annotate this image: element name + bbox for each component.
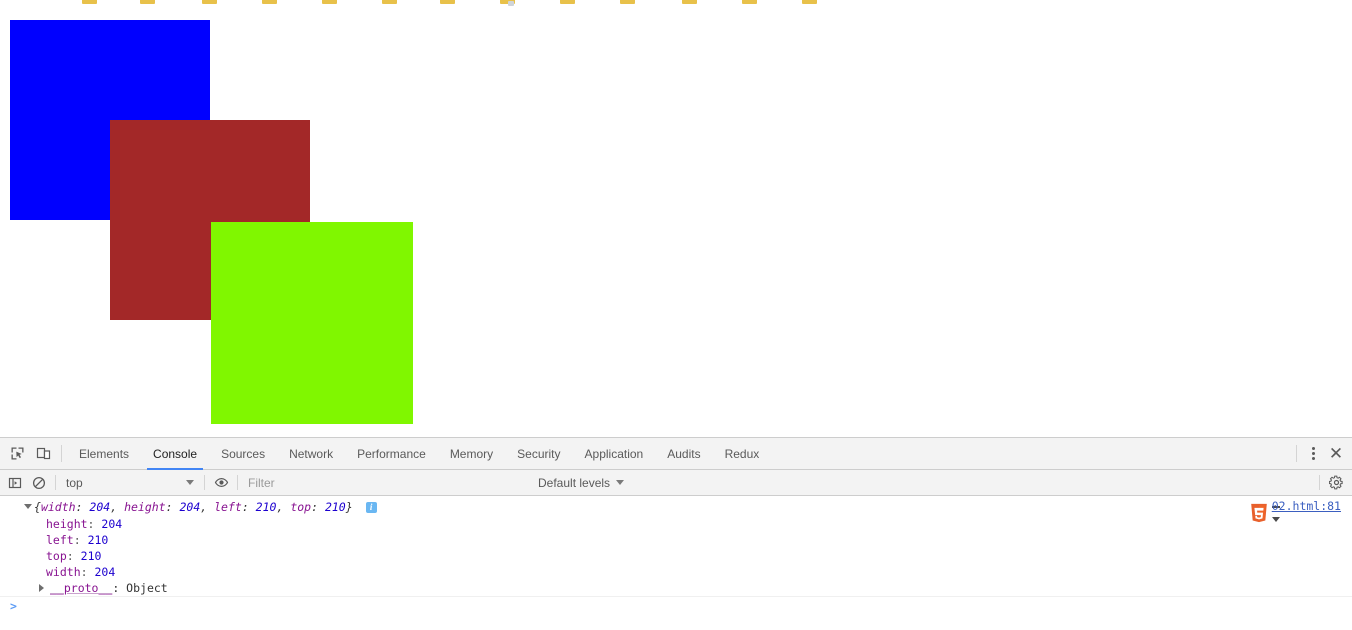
bookmark-item[interactable] <box>322 0 337 4</box>
preview-val-height: 204 <box>179 500 201 514</box>
preview-close-brace: } <box>345 500 353 514</box>
bookmark-item[interactable] <box>682 0 697 4</box>
tab-sources[interactable]: Sources <box>209 438 277 470</box>
tab-memory[interactable]: Memory <box>438 438 505 470</box>
property-name: width <box>46 565 81 579</box>
proto-label: __proto__ <box>50 581 113 595</box>
preview-key-left: left <box>214 500 242 514</box>
source-link[interactable]: 02.html:81 <box>1272 499 1341 513</box>
property-value: 204 <box>101 517 123 531</box>
property-row-left: left: 210 <box>46 533 109 547</box>
property-name: top <box>46 549 67 563</box>
bookmark-item[interactable] <box>742 0 757 4</box>
green-square <box>211 222 413 424</box>
bookmark-item[interactable] <box>440 0 455 4</box>
property-row-top: top: 210 <box>46 549 102 563</box>
info-icon[interactable]: i <box>365 502 377 513</box>
console-output: {width: 204, height: 204, left: 210, top… <box>0 496 1352 630</box>
prompt-caret-icon: > <box>10 599 17 613</box>
bookmarks-bar[interactable] <box>0 0 1352 14</box>
devtools-screenshot: Elements Console Sources Network Perform… <box>0 0 1352 630</box>
tab-security[interactable]: Security <box>505 438 572 470</box>
filter-input[interactable] <box>242 471 532 494</box>
property-name: height <box>46 517 88 531</box>
preview-open-brace: { <box>34 500 41 514</box>
tab-audits[interactable]: Audits <box>655 438 712 470</box>
toolbar-divider <box>61 445 62 462</box>
bookmark-item[interactable] <box>140 0 155 4</box>
toolbar-divider-3 <box>237 475 238 490</box>
tab-network[interactable]: Network <box>277 438 345 470</box>
tab-elements[interactable]: Elements <box>67 438 141 470</box>
chevron-down-icon <box>186 480 194 485</box>
live-expression-icon[interactable] <box>209 472 233 494</box>
console-sidebar-icon[interactable] <box>3 472 27 494</box>
inspect-element-icon[interactable] <box>4 441 30 467</box>
execution-context-value: top <box>66 475 83 490</box>
property-value: 204 <box>94 565 116 579</box>
devtools-tabbar: Elements Console Sources Network Perform… <box>0 438 1352 470</box>
console-prompt[interactable]: > <box>0 597 1352 615</box>
bookmark-favicon[interactable] <box>508 1 514 6</box>
tab-performance[interactable]: Performance <box>345 438 438 470</box>
html5-logo-icon <box>1248 502 1270 524</box>
object-preview: {width: 204, height: 204, left: 210, top… <box>34 500 377 514</box>
actions-divider <box>1296 445 1297 462</box>
preview-key-height: height <box>124 500 166 514</box>
property-value: 210 <box>80 549 102 563</box>
tab-redux[interactable]: Redux <box>713 438 772 470</box>
bookmark-item[interactable] <box>382 0 397 4</box>
disclosure-triangle-icon[interactable] <box>39 584 44 592</box>
bookmark-item[interactable] <box>802 0 817 4</box>
bookmark-item[interactable] <box>202 0 217 4</box>
settings-gear-icon[interactable] <box>1324 472 1348 494</box>
property-value: 210 <box>87 533 109 547</box>
device-toolbar-icon[interactable] <box>30 441 56 467</box>
console-message[interactable]: {width: 204, height: 204, left: 210, top… <box>0 496 1352 597</box>
log-levels-select[interactable]: Default levels <box>532 472 630 494</box>
bookmark-item[interactable] <box>82 0 97 4</box>
clear-console-icon[interactable] <box>27 472 51 494</box>
proto-value: Object <box>126 581 168 595</box>
preview-key-width: width <box>40 500 76 514</box>
bookmark-item[interactable] <box>262 0 277 4</box>
toolbar-divider-2 <box>204 475 205 490</box>
property-row-width: width: 204 <box>46 565 116 579</box>
more-options-icon[interactable] <box>1302 443 1324 465</box>
preview-val-left: 210 <box>255 500 277 514</box>
tab-application[interactable]: Application <box>573 438 656 470</box>
close-devtools-icon[interactable]: ✕ <box>1324 442 1348 466</box>
proto-row[interactable]: __proto__: Object <box>0 580 1352 596</box>
toolbar-divider-4 <box>1319 475 1320 490</box>
console-toolbar: top Default levels <box>0 470 1352 496</box>
preview-val-width: 204 <box>89 500 111 514</box>
property-name: left <box>46 533 74 547</box>
toolbar-divider-1 <box>55 475 56 490</box>
devtools-panel: Elements Console Sources Network Perform… <box>0 437 1352 630</box>
disclosure-triangle-icon[interactable] <box>24 504 32 509</box>
object-preview-line: {width: 204, height: 204, left: 210, top… <box>0 500 1352 516</box>
chevron-down-icon <box>616 480 625 485</box>
property-row-height: height: 204 <box>46 517 123 531</box>
execution-context-select[interactable]: top <box>60 472 200 494</box>
bookmark-item[interactable] <box>620 0 635 4</box>
tab-console[interactable]: Console <box>141 438 209 470</box>
log-levels-value: Default levels <box>538 475 611 490</box>
page-viewport <box>0 13 1352 437</box>
bookmark-item[interactable] <box>560 0 575 4</box>
tabbar-actions: ✕ <box>1291 442 1352 466</box>
preview-val-top: 210 <box>324 500 346 514</box>
preview-key-top: top <box>290 500 312 514</box>
